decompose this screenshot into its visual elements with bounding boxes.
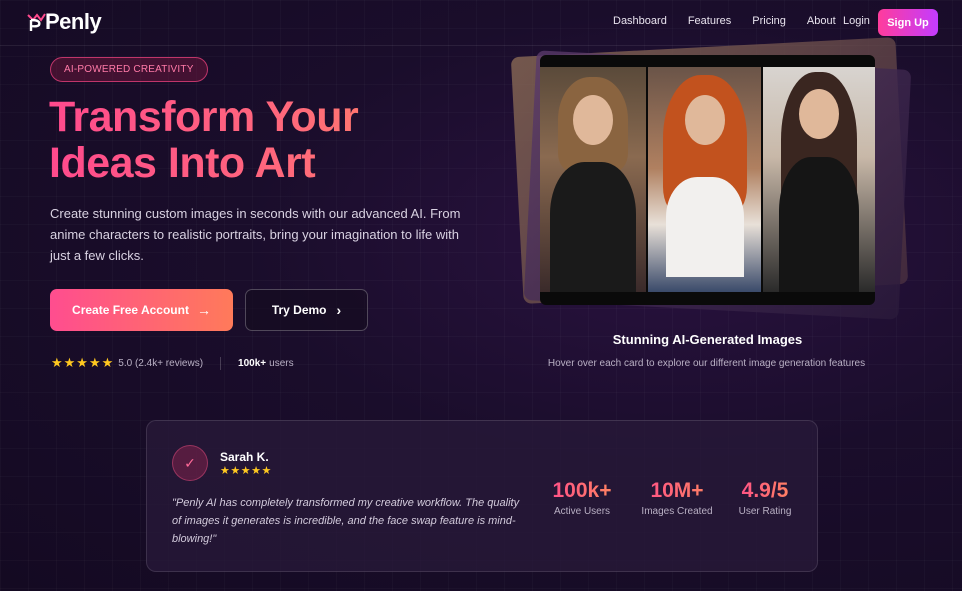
star-rating-icon: ★★★★★ (51, 355, 115, 370)
portrait-face (573, 95, 613, 145)
stat-active-users: 100k+ Active Users (542, 479, 622, 517)
create-account-button[interactable]: Create Free Account → (50, 289, 233, 331)
chevron-right-icon: › (336, 302, 342, 318)
stat-value: 10M+ (632, 479, 722, 503)
testimonial-card: ✓ Sarah K. ★★★★★ "Penly AI has completel… (146, 420, 818, 572)
stat-value: 100k+ (542, 479, 622, 503)
try-demo-button[interactable]: Try Demo › (245, 289, 368, 331)
portrait-face (799, 89, 839, 139)
brand-name: Penly (45, 9, 102, 34)
hero-badge: AI-POWERED CREATIVITY (50, 57, 208, 82)
top-navbar: Penly Dashboard Features Pricing About L… (0, 0, 962, 46)
headline-line-2: Ideas Into Art (49, 139, 316, 187)
gallery-image-card[interactable] (540, 55, 875, 305)
login-link[interactable]: Login (843, 15, 870, 27)
users-count: 100k+ (238, 357, 267, 369)
logo-icon (27, 13, 46, 31)
stat-user-rating: 4.9/5 User Rating (730, 479, 800, 517)
gallery-subtitle: Hover over each card to explore our diff… (547, 358, 866, 369)
divider (220, 356, 222, 370)
nav-link-features[interactable]: Features (688, 15, 731, 27)
hero-headline: Transform Your Ideas Into Art (49, 94, 469, 186)
portrait-outfit (550, 162, 636, 292)
nav-links: Dashboard Features Pricing About (613, 15, 857, 27)
portrait-image (540, 67, 646, 292)
stat-label: Active Users (553, 506, 611, 517)
brand-logo[interactable]: Penly (25, 9, 102, 35)
portrait-face (685, 95, 725, 145)
stat-value: 4.9/5 (730, 479, 800, 503)
nav-link-about[interactable]: About (807, 15, 836, 27)
stat-label: Images Created (641, 506, 713, 517)
reviewer-star-icon: ★★★★★ (220, 465, 272, 477)
portrait-image (763, 67, 875, 292)
stat-images-created: 10M+ Images Created (632, 479, 722, 517)
headline-line-1: Transform Your (49, 93, 359, 141)
nav-link-dashboard[interactable]: Dashboard (613, 15, 667, 27)
portrait-outfit (779, 157, 859, 292)
reviewer-name: Sarah K. (220, 450, 269, 464)
users-label: users (269, 357, 294, 369)
portrait-image (648, 67, 761, 292)
try-demo-label: Try Demo (271, 303, 327, 317)
stat-label: User Rating (738, 506, 792, 517)
rating-text: 5.0 (2.4k+ reviews) (118, 357, 204, 369)
rating-row: ★★★★★ 5.0 (2.4k+ reviews) 100k+ users (51, 355, 294, 371)
arrow-right-icon: → (196, 302, 211, 318)
gallery-title: Stunning AI-Generated Images (612, 332, 803, 347)
hero-subtext: Create stunning custom images in seconds… (50, 206, 461, 263)
portrait-outfit (666, 177, 744, 277)
signup-button[interactable]: Sign Up (878, 9, 938, 36)
create-account-label: Create Free Account (72, 303, 189, 317)
check-icon: ✓ (172, 445, 208, 481)
nav-link-pricing[interactable]: Pricing (752, 15, 786, 27)
testimonial-quote: "Penly AI has completely transformed my … (172, 497, 520, 545)
